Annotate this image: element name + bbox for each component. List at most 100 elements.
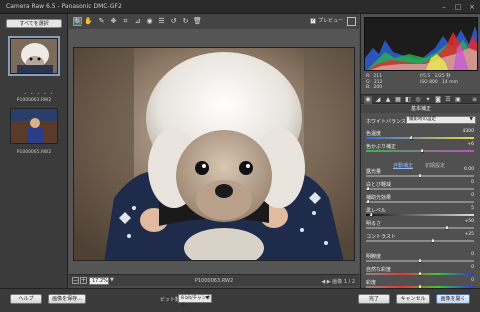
help-button[interactable]: ヘルプ: [10, 294, 42, 304]
panel-title: 基本補正: [361, 105, 480, 113]
slider-value-field[interactable]: 0: [452, 265, 474, 271]
zoom-bar: − + 17.2% ▼ P1000063.RW2 ◀ ▶ 画像 1 / 2: [69, 274, 359, 286]
window-controls: – □ ×: [440, 3, 476, 11]
maximize-button[interactable]: □: [454, 3, 462, 11]
tab-basic-icon[interactable]: ◉: [364, 96, 372, 104]
tab-effects-icon[interactable]: ✦: [424, 96, 432, 104]
slider-value-field[interactable]: 0: [452, 180, 474, 186]
slider-track[interactable]: [366, 214, 474, 216]
slider-value-field[interactable]: 0: [452, 278, 474, 284]
slider-label: 色温度: [366, 131, 382, 137]
redeye-tool-icon[interactable]: ◉: [145, 17, 154, 26]
thumbnail-1[interactable]: [8, 36, 60, 76]
slider-track[interactable]: [366, 188, 474, 190]
slider-value-field[interactable]: +6: [452, 142, 474, 148]
panel-tabs: ◉ ◢ ▲ ▦ ◧ ◎ ✦ ◙ ☰ ▣ ≡: [361, 94, 480, 104]
fullscreen-icon[interactable]: [347, 17, 356, 26]
select-all-button[interactable]: すべてを選択: [6, 19, 62, 28]
adjustments-panel: R: 211 G: 212 B: 200 f/5.5 1/25 秒 ISO 80…: [360, 14, 480, 289]
done-button[interactable]: 完了: [358, 294, 390, 304]
zoom-tool-icon[interactable]: 🔍: [73, 17, 83, 26]
color-sampler-tool-icon[interactable]: ✥: [109, 17, 118, 26]
slider-track[interactable]: [366, 137, 474, 139]
camera-info: R: 211 G: 212 B: 200 f/5.5 1/25 秒 ISO 80…: [364, 72, 478, 92]
tool-bar: 🔍 ✋ ✎ ✥ ⌗ ⊿ ◉ ☰ ↺ ↻ 🗑 ✓ プレビュー: [69, 14, 359, 29]
image-navigation[interactable]: ◀ ▶ 画像 1 / 2: [321, 278, 355, 285]
slider-label: 色かぶり補正: [366, 144, 397, 150]
histogram-graph: [365, 26, 477, 70]
rating-stars[interactable]: • • • • •: [24, 91, 54, 96]
image-canvas[interactable]: [69, 29, 359, 274]
slider-value-field[interactable]: +50: [452, 219, 475, 225]
open-image-button[interactable]: 画像を開く: [436, 294, 470, 304]
thumbnail-2-label: P1000065.RW2: [16, 150, 52, 155]
bottom-bar: ヘルプ 画像を保存... ビット数: 8 bit/チャンネル ▼ 完了 キャンセ…: [0, 288, 480, 312]
slider-value-field[interactable]: 4300: [452, 129, 474, 135]
slider-label: 白とび軽減: [366, 182, 392, 188]
bit-depth-select[interactable]: 8 bit/チャンネル ▼: [178, 294, 212, 308]
exposure-readout: f/5.5 1/25 秒 ISO 800 14 mm: [420, 74, 458, 85]
slider-value-field[interactable]: 0.00: [452, 167, 474, 173]
histogram: [364, 17, 478, 71]
thumbnail-1-label: P1000063.RW2: [16, 98, 52, 103]
tab-split-toning-icon[interactable]: ◧: [404, 96, 412, 104]
dog-photo-image: [74, 48, 354, 260]
panel-menu-icon[interactable]: ≡: [472, 96, 477, 103]
slider-label: コントラスト: [366, 234, 396, 240]
tab-presets-icon[interactable]: ☰: [444, 96, 452, 104]
white-balance-label: ホワイトバランス:: [366, 119, 408, 125]
title-bar: Camera Raw 6.5 - Panasonic DMC-GF2 – □ ×: [0, 0, 480, 14]
slider-value-field[interactable]: 5: [452, 206, 474, 212]
photo-preview[interactable]: [73, 47, 355, 261]
preview-toggle[interactable]: ✓ プレビュー: [309, 17, 343, 24]
tab-lens-icon[interactable]: ◎: [414, 96, 422, 104]
slider-value-field[interactable]: +25: [452, 232, 475, 238]
dog-thumbnail-image: [11, 39, 57, 73]
white-balance-select[interactable]: 撮影時の設定 ▼: [406, 116, 476, 124]
tab-tone-curve-icon[interactable]: ◢: [374, 96, 382, 104]
cancel-button[interactable]: キャンセル: [396, 294, 430, 304]
tab-hsl-icon[interactable]: ▦: [394, 96, 402, 104]
slider-value-field[interactable]: 0: [452, 193, 474, 199]
white-balance-tool-icon[interactable]: ✎: [97, 17, 106, 26]
tab-snapshots-icon[interactable]: ▣: [454, 96, 462, 104]
close-button[interactable]: ×: [468, 3, 476, 11]
rgb-readout: R: 211 G: 212 B: 200: [366, 74, 382, 91]
preview-label: プレビュー: [317, 18, 343, 24]
rotate-right-icon[interactable]: ↻: [181, 17, 190, 26]
minimize-button[interactable]: –: [440, 3, 448, 11]
filmstrip: すべてを選択 • • • • • P1000063.RW2 P1000065.R…: [0, 14, 68, 288]
iso-focal: ISO 800 14 mm: [420, 79, 458, 85]
chevron-down-icon: ▼: [469, 117, 473, 122]
slider-label: 明瞭度: [366, 254, 382, 260]
hand-tool-icon[interactable]: ✋: [84, 17, 93, 26]
slider-track[interactable]: [366, 227, 474, 229]
slider-label: 補助光効果: [366, 195, 392, 201]
white-balance-value: 撮影時の設定: [409, 117, 436, 122]
trash-icon[interactable]: 🗑: [193, 17, 202, 26]
person-thumbnail-image: [11, 109, 57, 143]
slider-label: 露光量: [366, 169, 382, 175]
slider-label: 自然な彩度: [366, 267, 392, 273]
slider-track[interactable]: [366, 150, 474, 152]
preferences-icon[interactable]: ☰: [157, 17, 166, 26]
rgb-r: R: 211: [366, 74, 382, 79]
crop-tool-icon[interactable]: ⌗: [121, 17, 130, 26]
slider-value-field[interactable]: 0: [452, 252, 474, 258]
slider-track[interactable]: [366, 240, 474, 242]
preview-checkbox[interactable]: ✓: [309, 17, 316, 24]
slider-label: 彩度: [366, 280, 377, 286]
slider-track[interactable]: [366, 201, 474, 203]
tab-camera-calibration-icon[interactable]: ◙: [434, 96, 442, 104]
straighten-tool-icon[interactable]: ⊿: [133, 17, 142, 26]
tab-detail-icon[interactable]: ▲: [384, 96, 392, 104]
save-image-button[interactable]: 画像を保存...: [48, 294, 86, 304]
thumbnail-2[interactable]: [10, 108, 58, 144]
white-balance-row: ホワイトバランス: 撮影時の設定 ▼: [366, 116, 478, 125]
current-filename: P1000063.RW2: [194, 278, 234, 284]
rotate-left-icon[interactable]: ↺: [169, 17, 178, 26]
slider-label: 黒レベル: [366, 208, 387, 214]
slider-row: コントラスト +25: [366, 232, 478, 246]
chevron-down-icon: ▼: [205, 296, 209, 301]
rgb-b: B: 200: [366, 85, 383, 90]
